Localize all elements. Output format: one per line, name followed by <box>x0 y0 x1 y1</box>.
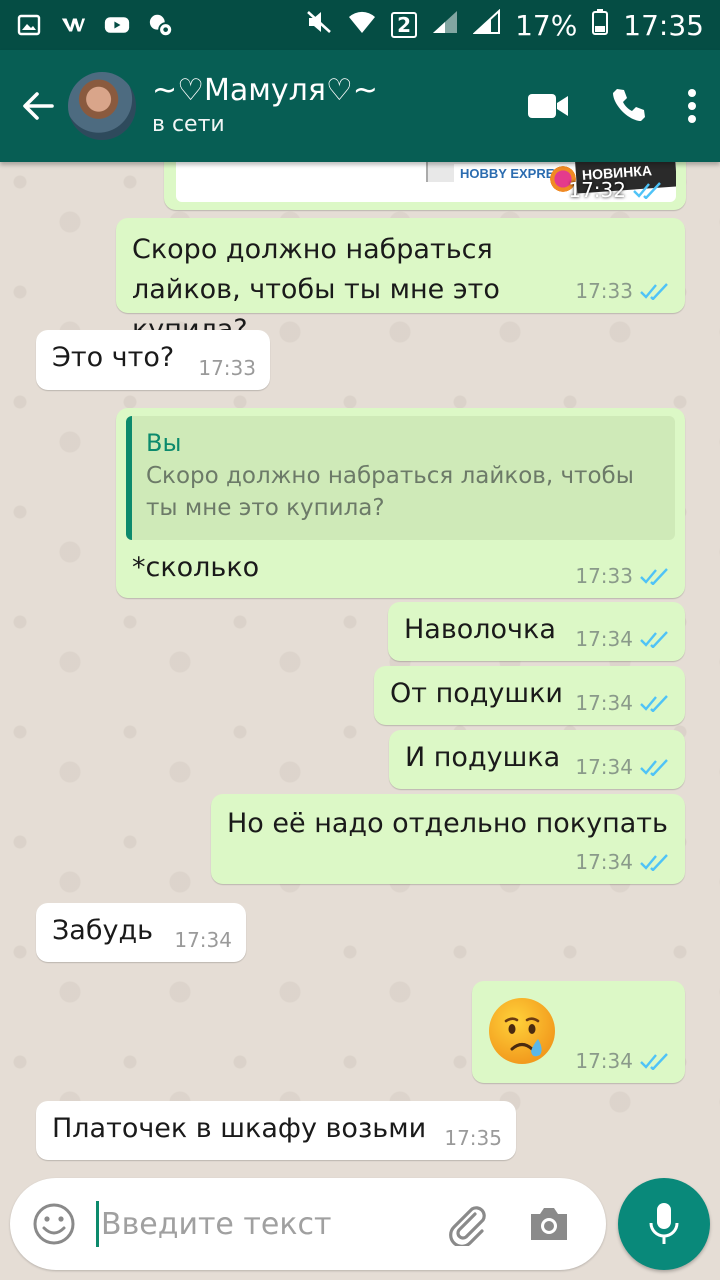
message-text: И подушка <box>405 742 561 773</box>
message-time: 17:34 <box>575 755 633 779</box>
vk-icon <box>60 12 86 38</box>
signal-icon <box>431 9 459 42</box>
status-bar: 2 17% 17:35 <box>0 0 720 50</box>
emoji-message <box>486 995 558 1067</box>
message-outgoing[interactable]: Скоро должно набраться лайков, чтобы ты … <box>116 218 685 345</box>
video-call-button[interactable] <box>526 91 570 121</box>
message-outgoing[interactable]: И подушка 17:34 <box>389 730 685 789</box>
message-time: 17:34 <box>575 850 633 874</box>
contact-info[interactable]: ~♡Мамуля♡~ в сети <box>152 72 378 140</box>
message-time: 17:35 <box>444 1126 502 1150</box>
avatar[interactable] <box>68 72 136 140</box>
wifi-icon <box>347 9 377 42</box>
message-incoming[interactable]: Это что? 17:33 <box>36 330 270 390</box>
message-time: 17:33 <box>575 564 633 588</box>
double-check-icon <box>640 283 668 300</box>
youtube-icon <box>104 12 130 38</box>
message-input[interactable] <box>101 1206 431 1242</box>
message-text: Это что? <box>52 342 175 373</box>
message-outgoing[interactable]: От подушки 17:34 <box>374 666 685 725</box>
message-text: Наволочка <box>404 614 556 645</box>
contact-status: в сети <box>152 112 225 137</box>
double-check-icon <box>640 854 668 871</box>
message-time: 17:34 <box>575 627 633 651</box>
more-vertical-icon <box>688 89 696 123</box>
sim-badge: 2 <box>391 12 418 38</box>
chat-area[interactable]: HOBBY EXPRESS НОВИНКА 17:32 Скоро должно… <box>0 162 720 1165</box>
chat-header: ~♡Мамуля♡~ в сети <box>0 50 720 162</box>
message-outgoing[interactable]: Но её надо отдельно покупать 17:34 <box>211 794 685 884</box>
double-check-icon <box>640 759 668 776</box>
message-text: *сколько <box>132 552 260 583</box>
contact-name: ~♡Мамуля♡~ <box>152 73 378 108</box>
double-check-icon <box>640 1053 668 1070</box>
message-text: Но её надо отдельно покупать <box>227 808 668 839</box>
attach-button[interactable] <box>445 1202 489 1246</box>
emoji-button[interactable] <box>32 1202 76 1246</box>
image-message[interactable]: HOBBY EXPRESS НОВИНКА 17:32 <box>164 162 686 210</box>
text-cursor <box>96 1201 99 1247</box>
message-text: Платочек в шкафу возьми <box>52 1113 427 1144</box>
voice-record-button[interactable] <box>618 1178 710 1270</box>
battery-icon <box>591 8 609 43</box>
message-text: Забудь <box>52 915 154 946</box>
signal-2-icon <box>472 8 501 42</box>
paperclip-icon <box>449 1206 486 1246</box>
double-check-icon <box>633 182 661 199</box>
camera-button[interactable] <box>527 1204 571 1244</box>
cloud-settings-icon <box>148 12 174 38</box>
message-incoming[interactable]: Забудь 17:34 <box>36 903 246 962</box>
message-time: 17:32 <box>568 178 626 202</box>
message-composer <box>10 1178 606 1270</box>
battery-percent: 17% <box>515 8 578 42</box>
arrow-left-icon <box>23 92 54 120</box>
back-button[interactable] <box>8 76 68 136</box>
message-text: От подушки <box>390 678 563 709</box>
video-camera-icon <box>528 94 568 118</box>
mute-icon <box>305 9 333 42</box>
microphone-icon <box>649 1203 679 1244</box>
quoted-message[interactable]: Вы Скоро должно набраться лайков, чтобы … <box>126 416 675 540</box>
message-incoming[interactable]: Платочек в шкафу возьми 17:35 <box>36 1101 516 1160</box>
more-options-button[interactable] <box>686 88 698 124</box>
message-time: 17:33 <box>575 279 633 303</box>
crying-face-icon <box>489 998 555 1064</box>
phone-icon <box>613 89 645 121</box>
message-outgoing-emoji[interactable]: 17:34 <box>472 981 685 1083</box>
camera-icon <box>531 1208 567 1240</box>
gallery-icon <box>16 12 42 38</box>
message-outgoing[interactable]: Наволочка 17:34 <box>388 602 685 661</box>
message-time: 17:33 <box>198 356 256 380</box>
message-time: 17:34 <box>575 1049 633 1073</box>
quote-text: Скоро должно набраться лайков, чтобы ты … <box>146 463 634 521</box>
double-check-icon <box>640 695 668 712</box>
message-time: 17:34 <box>575 691 633 715</box>
clock: 17:35 <box>623 8 704 42</box>
message-outgoing-reply[interactable]: Вы Скоро должно набраться лайков, чтобы … <box>116 408 685 598</box>
double-check-icon <box>640 568 668 585</box>
quote-author: Вы <box>146 429 182 457</box>
double-check-icon <box>640 631 668 648</box>
message-time: 17:34 <box>174 928 232 952</box>
smiley-icon <box>33 1203 75 1245</box>
voice-call-button[interactable] <box>608 86 648 126</box>
